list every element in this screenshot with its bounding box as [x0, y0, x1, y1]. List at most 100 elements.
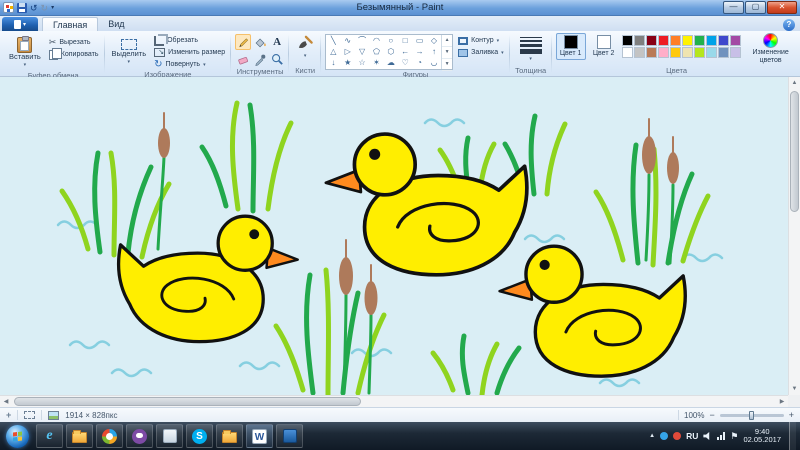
- close-button[interactable]: ✕: [767, 1, 797, 14]
- save-icon[interactable]: [17, 3, 27, 13]
- color2-button[interactable]: Цвет 2: [589, 33, 619, 60]
- scroll-left-icon[interactable]: ◀: [0, 396, 12, 407]
- shape-item[interactable]: ⬠: [369, 46, 383, 57]
- taskbar-icon-skype[interactable]: S: [186, 424, 213, 448]
- volume-icon[interactable]: [703, 432, 712, 441]
- paint-canvas[interactable]: [0, 77, 788, 395]
- palette-swatch[interactable]: [682, 47, 693, 58]
- shape-item[interactable]: ↑: [427, 46, 441, 57]
- palette-swatch[interactable]: [694, 35, 705, 46]
- palette-swatch[interactable]: [634, 47, 645, 58]
- resize-button[interactable]: ↘Изменить размер: [152, 47, 227, 58]
- hidden-icons-chevron-icon[interactable]: ▲: [649, 433, 655, 439]
- start-button[interactable]: [6, 425, 29, 448]
- gallery-scroll-down-icon[interactable]: ▼: [442, 47, 452, 59]
- shape-item[interactable]: ↓: [326, 57, 340, 68]
- zoom-slider-thumb[interactable]: [749, 411, 754, 420]
- shape-item[interactable]: ◡: [427, 57, 441, 68]
- select-button[interactable]: Выделить▾: [109, 33, 150, 68]
- shape-item[interactable]: ♡: [398, 57, 412, 68]
- shape-item[interactable]: ✶: [369, 57, 383, 68]
- action-center-flag-icon[interactable]: ⚑: [730, 432, 738, 441]
- taskbar-icon-app[interactable]: [156, 424, 183, 448]
- palette-swatch[interactable]: [670, 35, 681, 46]
- taskbar-icon-media-player[interactable]: [96, 424, 123, 448]
- tray-icon-blue[interactable]: [660, 432, 668, 440]
- qat-dropdown-icon[interactable]: ▾: [51, 4, 54, 11]
- palette-swatch[interactable]: [718, 35, 729, 46]
- palette-swatch[interactable]: [646, 47, 657, 58]
- undo-icon[interactable]: ↺: [30, 3, 38, 13]
- zoom-in-button[interactable]: +: [789, 411, 794, 420]
- show-desktop-button[interactable]: [789, 422, 796, 450]
- zoom-slider[interactable]: [720, 414, 784, 417]
- taskbar-clock[interactable]: 9:40 02.05.2017: [743, 428, 781, 445]
- palette-swatch[interactable]: [658, 47, 669, 58]
- shape-item[interactable]: □: [398, 35, 412, 46]
- taskbar-icon-internet-explorer[interactable]: e: [36, 424, 63, 448]
- shape-item[interactable]: →: [412, 46, 426, 57]
- crop-button[interactable]: Обрезать: [152, 35, 227, 46]
- scroll-up-icon[interactable]: ▲: [789, 77, 800, 89]
- edit-colors-button[interactable]: Изменение цветов: [744, 33, 798, 65]
- taskbar-icon-folder[interactable]: [216, 424, 243, 448]
- maximize-button[interactable]: ▢: [745, 1, 766, 14]
- zoom-out-button[interactable]: −: [709, 411, 714, 420]
- shape-item[interactable]: ☁: [384, 57, 398, 68]
- horizontal-scrollbar-thumb[interactable]: [14, 397, 361, 406]
- palette-swatch[interactable]: [682, 35, 693, 46]
- shape-item[interactable]: ⌒: [355, 35, 369, 46]
- taskbar-icon-blue-app[interactable]: [276, 424, 303, 448]
- paste-button[interactable]: Вставить▾: [6, 33, 44, 71]
- taskbar-icon-word[interactable]: W: [246, 424, 273, 448]
- shape-item[interactable]: ╲: [326, 35, 340, 46]
- taskbar-icon-viber[interactable]: [126, 424, 153, 448]
- shape-item[interactable]: ○: [384, 35, 398, 46]
- shape-item[interactable]: ☆: [355, 57, 369, 68]
- shape-item[interactable]: ▭: [412, 35, 426, 46]
- palette-swatch[interactable]: [718, 47, 729, 58]
- fill-tool-button[interactable]: [252, 34, 268, 50]
- pencil-tool-button[interactable]: [235, 34, 251, 50]
- size-button[interactable]: ▾: [514, 33, 548, 62]
- taskbar-icon-explorer[interactable]: [66, 424, 93, 448]
- shape-item[interactable]: ▽: [355, 46, 369, 57]
- vertical-scrollbar-thumb[interactable]: [790, 91, 799, 212]
- palette-swatch[interactable]: [622, 35, 633, 46]
- cut-button[interactable]: ✂Вырезать: [47, 37, 101, 48]
- palette-swatch[interactable]: [706, 47, 717, 58]
- scroll-down-icon[interactable]: ▼: [789, 383, 800, 395]
- shape-item[interactable]: ⬡: [384, 46, 398, 57]
- shape-item[interactable]: △: [326, 46, 340, 57]
- color-picker-tool-button[interactable]: [252, 51, 268, 67]
- redo-icon[interactable]: ↻: [41, 3, 49, 13]
- gallery-scroll-up-icon[interactable]: ▲: [442, 35, 452, 47]
- palette-swatch[interactable]: [646, 35, 657, 46]
- language-indicator[interactable]: RU: [686, 431, 698, 441]
- shape-item[interactable]: ▷: [341, 46, 355, 57]
- shape-item[interactable]: ◠: [369, 35, 383, 46]
- palette-swatch[interactable]: [670, 47, 681, 58]
- paint-menu-button[interactable]: ▾: [2, 17, 38, 31]
- shape-item[interactable]: ←: [398, 46, 412, 57]
- palette-swatch[interactable]: [622, 47, 633, 58]
- palette-swatch[interactable]: [706, 35, 717, 46]
- vertical-scrollbar[interactable]: ▲ ▼: [788, 77, 800, 395]
- scroll-right-icon[interactable]: ▶: [776, 396, 788, 407]
- shape-fill-button[interactable]: Заливка▾: [456, 47, 505, 58]
- tab-home[interactable]: Главная: [42, 17, 98, 31]
- text-tool-button[interactable]: A: [269, 34, 285, 50]
- eraser-tool-button[interactable]: [235, 51, 251, 67]
- palette-swatch[interactable]: [658, 35, 669, 46]
- rotate-button[interactable]: ↻Повернуть▾: [152, 59, 227, 70]
- paint-app-icon[interactable]: [3, 2, 14, 13]
- shape-item[interactable]: ★: [341, 57, 355, 68]
- horizontal-scrollbar[interactable]: ◀ ▶: [0, 395, 788, 407]
- shape-item[interactable]: ◇: [427, 35, 441, 46]
- color1-button[interactable]: Цвет 1: [556, 33, 586, 60]
- copy-button[interactable]: Копировать: [47, 49, 101, 60]
- tab-view[interactable]: Вид: [98, 17, 134, 31]
- tray-icon-red[interactable]: [673, 432, 681, 440]
- shape-outline-button[interactable]: Контур▾: [456, 35, 505, 46]
- palette-swatch[interactable]: [694, 47, 705, 58]
